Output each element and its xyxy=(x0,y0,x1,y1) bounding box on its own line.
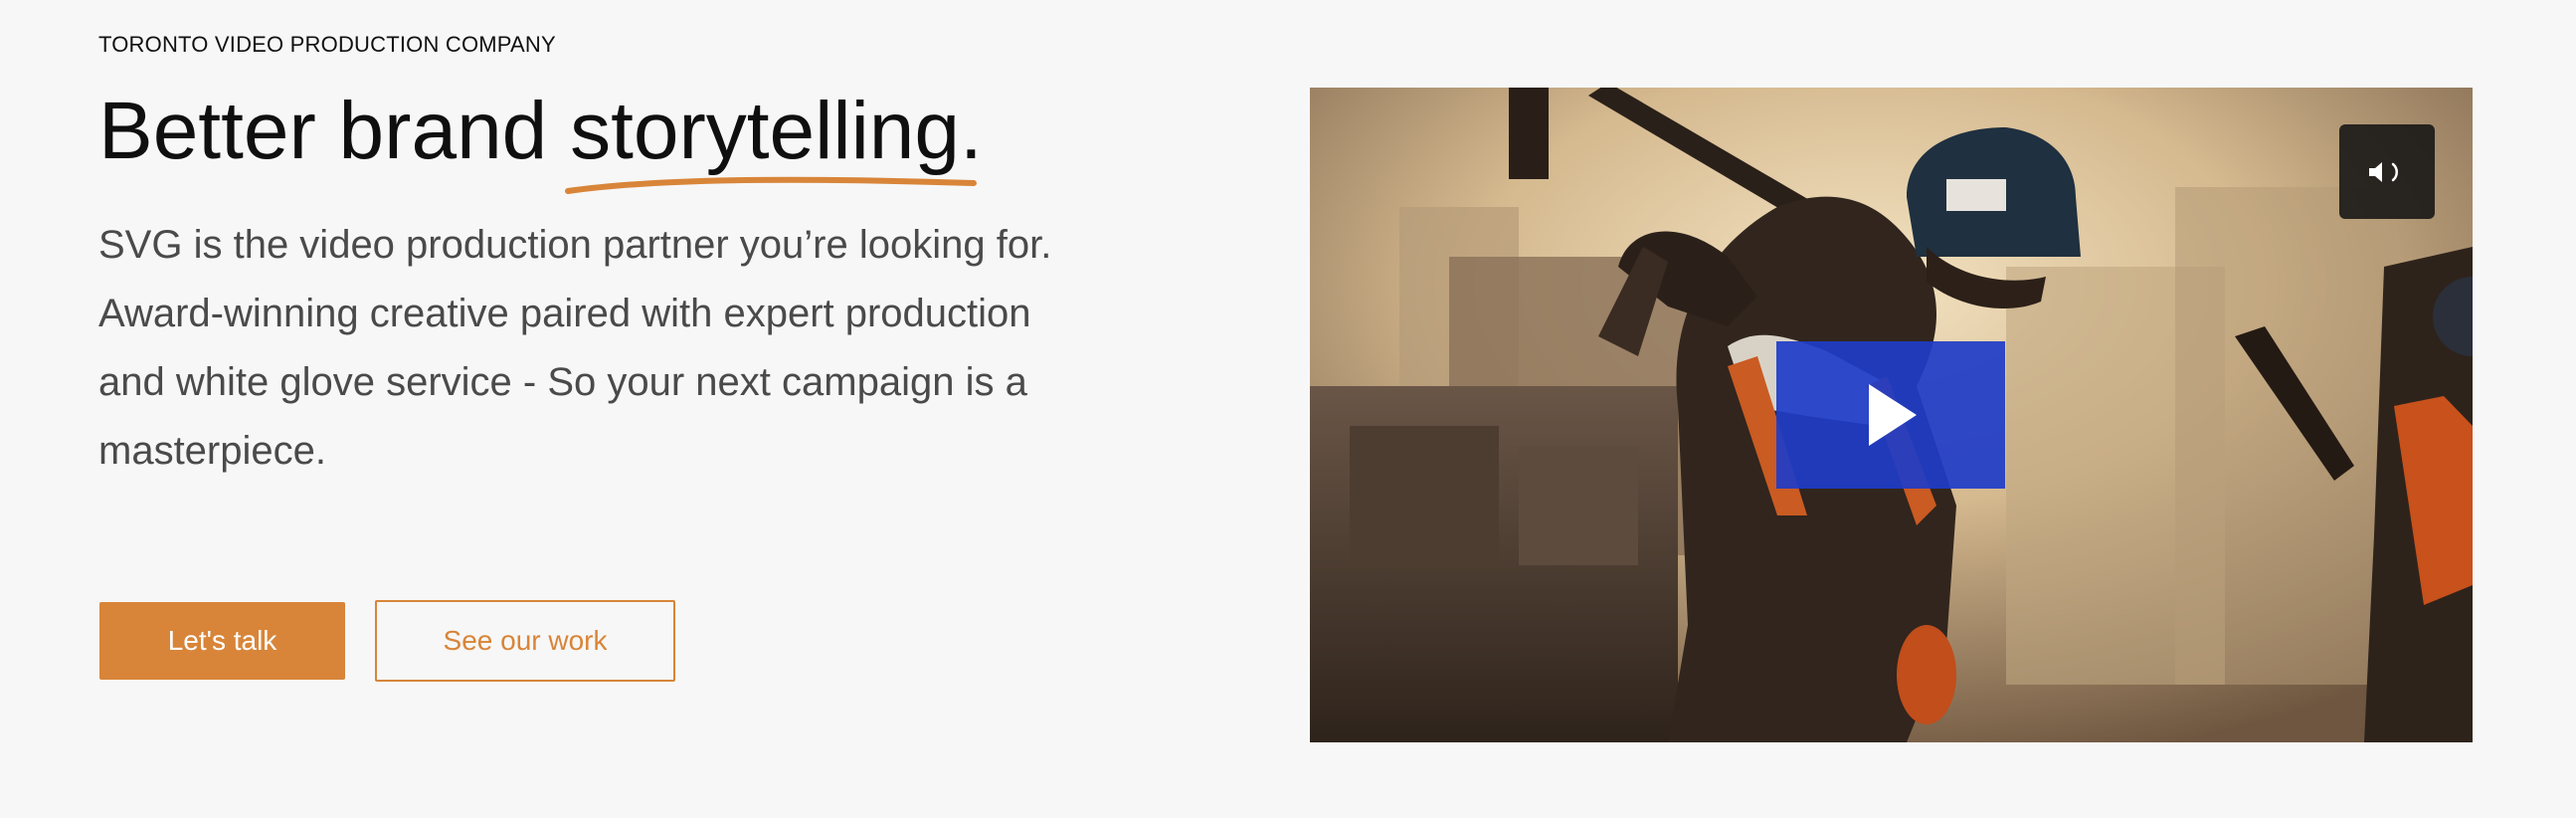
eyebrow-label: TORONTO VIDEO PRODUCTION COMPANY xyxy=(98,32,556,57)
brush-underline-icon xyxy=(565,176,978,194)
hero-video[interactable] xyxy=(1310,88,2473,742)
headline-start: Better brand xyxy=(98,86,571,176)
headline-period: . xyxy=(960,86,983,176)
hero-section: TORONTO VIDEO PRODUCTION COMPANY Better … xyxy=(0,0,2576,818)
headline-accent-word: storytelling xyxy=(565,84,978,194)
hero-text-column: TORONTO VIDEO PRODUCTION COMPANY Better … xyxy=(98,28,1173,486)
lets-talk-button[interactable]: Let's talk xyxy=(99,602,345,680)
hero-description: SVG is the video production partner you’… xyxy=(98,223,1052,473)
play-button[interactable] xyxy=(1776,341,2005,489)
see-our-work-button[interactable]: See our work xyxy=(375,600,675,682)
volume-icon xyxy=(2369,161,2398,182)
play-icon xyxy=(1869,384,1917,446)
mute-button[interactable] xyxy=(2339,124,2435,219)
hero-headline: Better brand storytelling. xyxy=(98,84,1173,194)
headline-accent-text: storytelling xyxy=(570,86,961,176)
cta-row: Let's talk See our work xyxy=(99,600,675,682)
